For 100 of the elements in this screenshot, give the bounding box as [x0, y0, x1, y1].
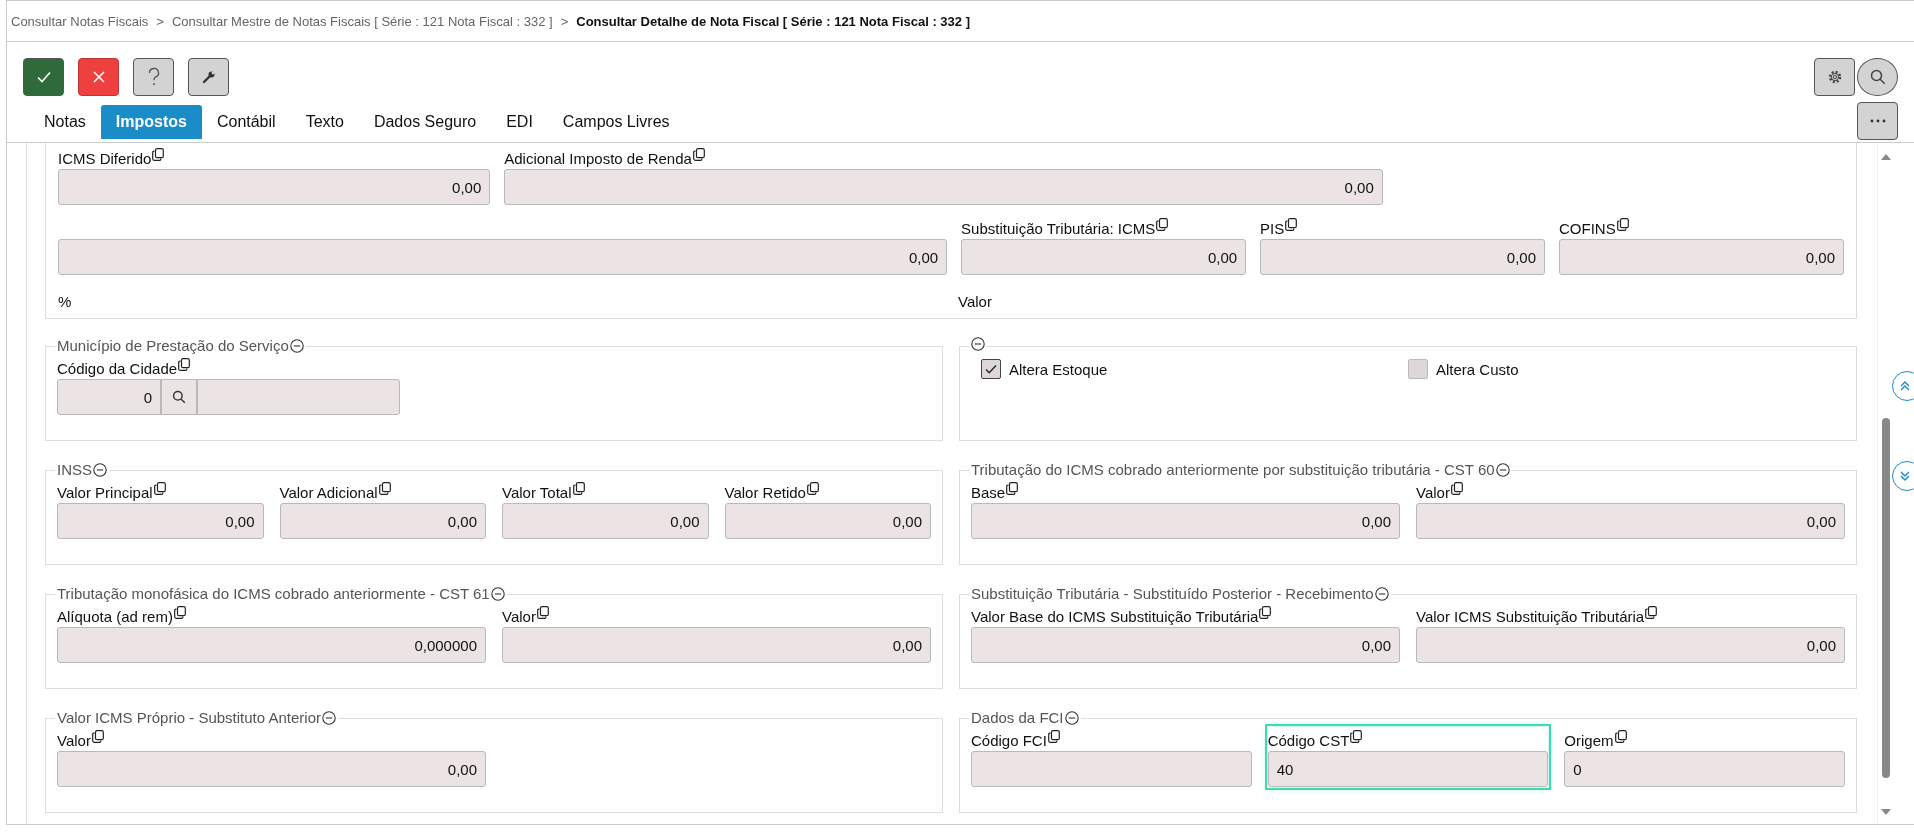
input-field[interactable]: 0,00: [502, 503, 709, 539]
input-field[interactable]: 0,00: [961, 239, 1247, 275]
scroll-top-button[interactable]: [1892, 371, 1914, 401]
input-field[interactable]: [197, 379, 400, 415]
tab[interactable]: Campos Livres: [547, 105, 685, 139]
search-button[interactable]: [161, 379, 197, 415]
input-field[interactable]: 0,00: [58, 239, 948, 275]
input-field[interactable]: 0,00: [1416, 503, 1845, 539]
check-icon: [984, 362, 998, 376]
tab[interactable]: Dados Seguro: [358, 105, 492, 139]
collapse-icon[interactable]: [93, 463, 107, 477]
tab[interactable]: Notas: [29, 105, 101, 139]
collapse-icon[interactable]: [971, 337, 985, 351]
field-label: COFINS: [1559, 220, 1616, 237]
field-label: Adicional Imposto de Renda: [504, 150, 692, 167]
copy-icon[interactable]: [1350, 730, 1363, 743]
more-button[interactable]: [1857, 102, 1898, 140]
copy-icon[interactable]: [1450, 482, 1463, 495]
double-chevron-up-icon: [1899, 380, 1911, 392]
fieldset-title: Valor ICMS Próprio - Substituto Anterior: [57, 709, 321, 727]
copy-icon[interactable]: [1156, 218, 1169, 231]
copy-icon[interactable]: [806, 482, 819, 495]
input-field[interactable]: 0,00: [1559, 239, 1844, 275]
copy-icon[interactable]: [536, 606, 549, 619]
tab[interactable]: Impostos: [100, 105, 202, 139]
field-label: Código FCI: [971, 732, 1047, 749]
ellipsis-icon: [1869, 119, 1886, 123]
input-field[interactable]: 0,00: [724, 503, 931, 539]
copy-icon[interactable]: [153, 482, 166, 495]
collapse-icon[interactable]: [490, 587, 505, 601]
copy-icon[interactable]: [1616, 218, 1629, 231]
copy-icon[interactable]: [692, 148, 705, 161]
input-field[interactable]: 0,00: [971, 627, 1400, 663]
checkbox-label: Altera Estoque: [1009, 360, 1108, 378]
copy-icon[interactable]: [152, 148, 165, 161]
fieldset-title: Dados da FCI: [971, 709, 1064, 727]
checkbox[interactable]: [981, 359, 1001, 379]
input-field[interactable]: 0: [57, 379, 161, 415]
help-button[interactable]: [133, 58, 174, 96]
field-label: Substituição Tributária: ICMS: [961, 220, 1156, 237]
collapse-icon[interactable]: [1374, 587, 1389, 601]
field-label: Valor Principal: [57, 484, 153, 501]
input-field[interactable]: 0,00: [502, 627, 931, 663]
copy-icon[interactable]: [1614, 730, 1627, 743]
search-button[interactable]: [1857, 58, 1898, 96]
input-field[interactable]: 0: [1564, 751, 1845, 787]
field-label: Valor Adicional: [279, 484, 378, 501]
input-field[interactable]: 0,00: [58, 169, 491, 205]
input-field[interactable]: 0,00: [504, 169, 1383, 205]
copy-icon[interactable]: [173, 606, 186, 619]
breadcrumb-link[interactable]: Consultar Mestre de Notas Fiscais [ Série : 121 Nota Fiscal : 332 ]: [171, 13, 553, 29]
confirm-button[interactable]: [23, 58, 64, 96]
settings-icon: [1826, 69, 1843, 85]
input-field[interactable]: 0,00: [57, 751, 486, 787]
input-field[interactable]: 0,00: [971, 503, 1400, 539]
collapse-icon[interactable]: [322, 711, 336, 725]
copy-icon[interactable]: [378, 482, 391, 495]
input-field[interactable]: 0,00: [279, 503, 486, 539]
breadcrumb-separator: >: [155, 13, 165, 29]
copy-icon[interactable]: [1047, 730, 1060, 743]
question-icon: [146, 67, 161, 87]
field-label: Valor: [502, 608, 536, 625]
field-label: ICMS Diferido: [58, 150, 152, 167]
input-field[interactable]: 0,00: [1416, 627, 1845, 663]
collapse-icon[interactable]: [1495, 463, 1510, 477]
field-label: Valor Retido: [724, 484, 806, 501]
scrollbar[interactable]: [1877, 143, 1894, 824]
field-label: Valor ICMS Substituição Tributária: [1416, 608, 1645, 625]
collapse-icon[interactable]: [289, 339, 304, 353]
checkbox[interactable]: [1408, 359, 1428, 379]
input-field[interactable]: 0,000000: [57, 627, 486, 663]
tab[interactable]: Texto: [290, 105, 359, 139]
collapse-icon[interactable]: [1064, 711, 1079, 725]
copy-icon[interactable]: [1006, 482, 1019, 495]
scroll-up-icon[interactable]: [1880, 153, 1892, 161]
tab[interactable]: EDI: [491, 105, 548, 139]
breadcrumb-current: Consultar Detalhe de Nota Fiscal [ Série : 121 Nota Fiscal : 332 ]: [576, 13, 970, 29]
field-label: Valor Base do ICMS Substituição Tributária: [971, 608, 1259, 625]
checkbox-label: Altera Custo: [1436, 360, 1519, 378]
input-field[interactable]: 40: [1267, 751, 1549, 787]
breadcrumb-link[interactable]: Consultar Notas Fiscais: [11, 13, 149, 29]
input-field[interactable]: 0,00: [57, 503, 264, 539]
copy-icon[interactable]: [91, 730, 104, 743]
scrollbar-thumb[interactable]: [1882, 418, 1890, 778]
scroll-bottom-button[interactable]: [1892, 461, 1914, 491]
copy-icon[interactable]: [1259, 606, 1272, 619]
field-label: Valor: [1416, 484, 1450, 501]
input-field[interactable]: [971, 751, 1252, 787]
tools-button[interactable]: [188, 58, 229, 96]
settings-button[interactable]: [1814, 58, 1855, 96]
copy-icon[interactable]: [1285, 218, 1298, 231]
copy-icon[interactable]: [572, 482, 585, 495]
cancel-button[interactable]: [78, 58, 119, 96]
breadcrumb-separator: >: [559, 13, 570, 29]
copy-icon[interactable]: [1645, 606, 1658, 619]
scroll-down-icon[interactable]: [1880, 808, 1892, 816]
copy-icon[interactable]: [178, 358, 191, 371]
input-field[interactable]: 0,00: [1260, 239, 1546, 275]
fieldset-title: INSS: [57, 461, 92, 479]
tab[interactable]: Contábil: [201, 105, 291, 139]
